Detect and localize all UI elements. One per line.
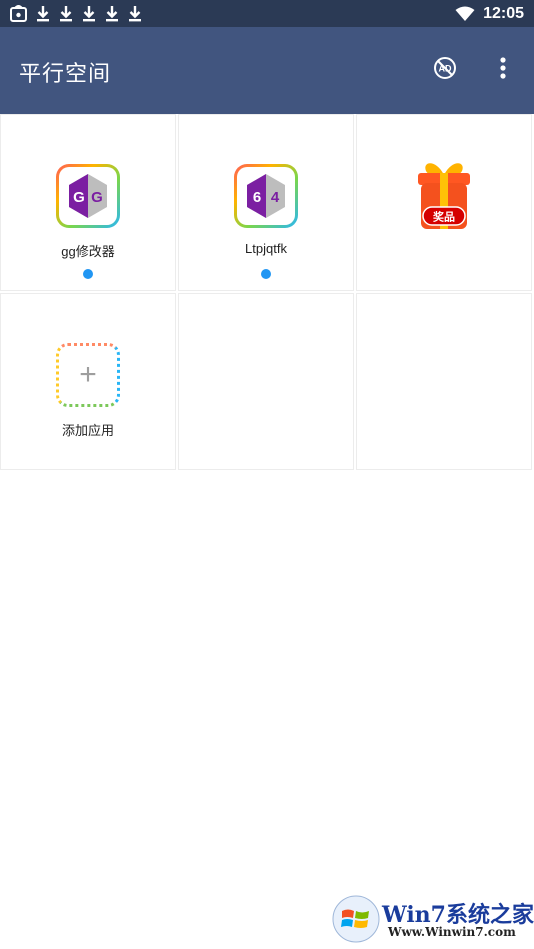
download-icon (105, 5, 119, 22)
watermark-url: Www.Winwin7.com (388, 925, 516, 939)
svg-text:G: G (73, 189, 85, 206)
download-icon (82, 5, 96, 22)
empty-tile (178, 293, 354, 470)
app-label: Ltpjqtfk (245, 241, 287, 256)
add-app-tile[interactable]: + 添加应用 (0, 293, 176, 470)
running-indicator-dot (261, 269, 271, 279)
svg-text:G: G (91, 189, 103, 206)
gg-icon: G G (56, 164, 120, 228)
running-indicator-dot (83, 269, 93, 279)
svg-text:6: 6 (253, 189, 261, 206)
app-label: gg修改器 (61, 244, 115, 259)
app-tile-ltpjqtfk[interactable]: 6 4 Ltpjqtfk (178, 114, 354, 291)
svg-text:4: 4 (271, 189, 280, 206)
gift-icon: 奖品 (414, 157, 474, 237)
empty-tile (356, 293, 532, 470)
download-icon (59, 5, 73, 22)
ad-free-button[interactable]: AD (432, 56, 458, 85)
app-tile-gift[interactable]: 奖品 (356, 114, 532, 291)
ad-free-icon: AD (433, 56, 457, 85)
status-bar: 12:05 (0, 0, 534, 27)
page-title: 平行空间 (19, 61, 112, 86)
app-bar: 平行空间 AD (0, 27, 534, 114)
notification-app-icon (10, 5, 27, 22)
watermark: Win7系统之家 Www.Winwin7.com (332, 895, 534, 945)
gift-badge-text: 奖品 (433, 210, 455, 224)
status-left-icons (10, 4, 142, 23)
app-label: 添加应用 (61, 423, 114, 438)
windows-logo-icon (332, 895, 380, 943)
plus-icon: + (79, 358, 97, 391)
app-tile-gg[interactable]: G G gg修改器 (0, 114, 176, 291)
more-vert-icon (500, 56, 506, 84)
download-icon (128, 5, 142, 22)
status-time: 12:05 (483, 4, 524, 22)
add-app-icon: + (56, 343, 120, 407)
status-right-icons: 12:05 (455, 3, 524, 24)
wifi-icon (455, 6, 475, 22)
gg64-icon: 6 4 (234, 164, 298, 228)
more-options-button[interactable] (491, 56, 515, 84)
download-icon (36, 5, 50, 22)
